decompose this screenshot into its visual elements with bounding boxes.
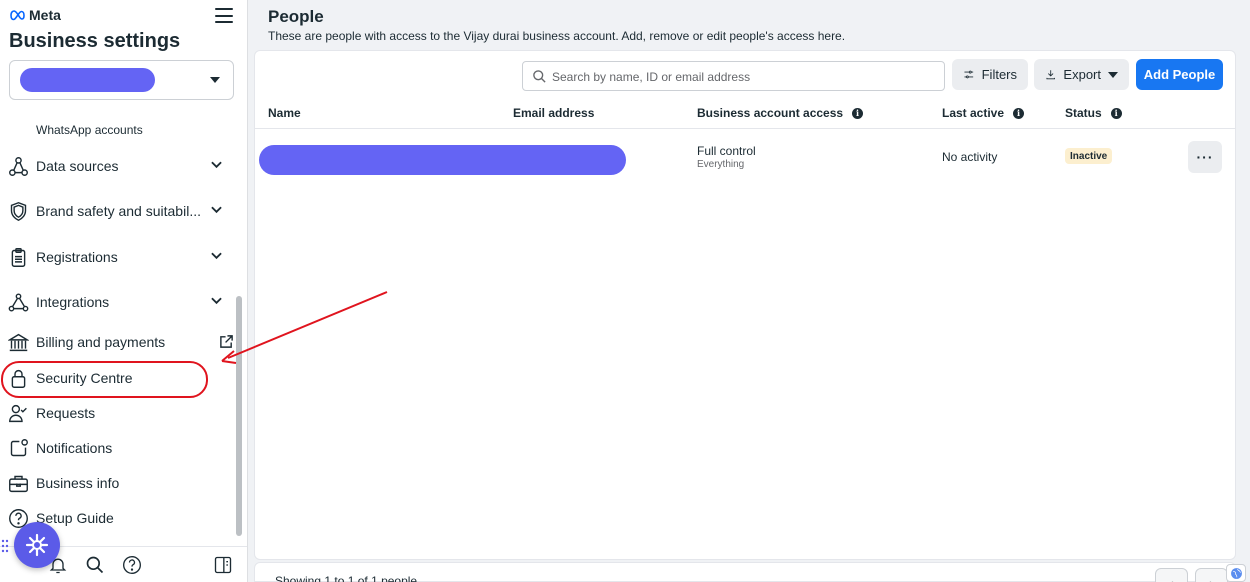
column-header-status[interactable]: Status i (1065, 106, 1122, 120)
sidebar-item-label: Billing and payments (36, 334, 166, 350)
sidebar-item-label: Integrations (36, 294, 110, 310)
sidebar-item-requests[interactable]: Requests (0, 396, 236, 430)
sidebar-item-label: Setup Guide (36, 510, 114, 526)
sidebar-item-label: Data sources (36, 158, 119, 174)
sidebar: Meta Business settings WhatsApp accounts… (0, 0, 248, 582)
sidebar-item-data-sources[interactable]: Data sources (0, 149, 236, 183)
sparkle-icon (25, 533, 49, 557)
search-icon[interactable] (85, 555, 105, 575)
briefcase-icon (8, 473, 29, 494)
clipboard-icon (8, 247, 29, 268)
chevron-down-icon (211, 297, 222, 305)
next-page-button[interactable]: › (1195, 568, 1228, 582)
integrations-icon (8, 292, 29, 313)
export-button[interactable]: Export (1034, 59, 1129, 90)
sidebar-item-label: Security Centre (36, 370, 133, 386)
person-check-icon (8, 403, 29, 424)
sliders-icon (964, 70, 974, 79)
column-header-email[interactable]: Email address (513, 106, 594, 120)
search-icon (533, 70, 546, 83)
sidebar-title: Business settings (9, 30, 181, 52)
search-input-wrapper[interactable] (522, 61, 945, 91)
more-options-button[interactable]: ··· (1188, 141, 1222, 173)
info-icon[interactable]: i (1110, 107, 1122, 119)
table-footer: Showing 1 to 1 of 1 people ‹ › (254, 562, 1236, 582)
add-people-button[interactable]: Add People (1136, 59, 1223, 90)
pagination-summary: Showing 1 to 1 of 1 people (275, 574, 418, 582)
access-detail: Everything (697, 159, 745, 170)
last-active-value: No activity (942, 150, 998, 164)
column-header-last-active[interactable]: Last active i (942, 106, 1025, 120)
shield-icon (8, 201, 29, 222)
filters-button[interactable]: Filters (952, 59, 1028, 90)
export-label: Export (1063, 67, 1101, 82)
sidebar-item-label: Business info (36, 475, 120, 491)
chevron-down-icon (211, 252, 222, 260)
sidebar-item-billing[interactable]: Billing and payments (0, 325, 236, 359)
column-header-access[interactable]: Business account access i (697, 106, 864, 120)
chevron-down-icon (211, 206, 222, 214)
sidebar-item-label: Registrations (36, 249, 118, 265)
lock-icon (8, 368, 29, 389)
notification-icon (8, 438, 29, 459)
sidebar-item-security-centre[interactable]: Security Centre (0, 361, 236, 395)
redacted-person-name (259, 145, 626, 175)
page-title: People (268, 7, 324, 26)
data-sources-icon (8, 156, 29, 177)
sidebar-item-label: Notifications (36, 440, 113, 456)
sidebar-item-label: Requests (36, 405, 96, 421)
meta-logo[interactable]: Meta (9, 6, 61, 24)
sidebar-item-integrations[interactable]: Integrations (0, 285, 236, 319)
bank-icon (8, 332, 29, 353)
column-header-name[interactable]: Name (268, 106, 301, 120)
external-link-icon (220, 335, 233, 348)
table-row[interactable]: Full control Everything No activity Inac… (255, 130, 1235, 186)
caret-down-icon (1108, 71, 1118, 78)
caret-down-icon (210, 77, 220, 83)
meta-infinity-icon (10, 10, 25, 21)
panel-toggle-icon[interactable] (213, 555, 233, 575)
sidebar-item-brand-safety[interactable]: Brand safety and suitabil... (0, 194, 236, 228)
chevron-down-icon (211, 161, 222, 169)
filters-label: Filters (981, 67, 1017, 82)
redacted-account-name (20, 68, 155, 92)
help-icon[interactable] (122, 555, 142, 575)
search-input[interactable] (552, 67, 932, 86)
business-account-selector[interactable] (9, 60, 234, 100)
table-header: Name Email address Business account acce… (255, 99, 1235, 129)
prev-page-button[interactable]: ‹ (1155, 568, 1188, 582)
menu-icon[interactable] (215, 8, 233, 23)
globe-icon[interactable] (1226, 564, 1246, 582)
download-icon (1046, 70, 1055, 80)
column-label: Last active (942, 106, 1005, 120)
drag-handle-icon[interactable] (1, 539, 9, 553)
status-badge: Inactive (1065, 148, 1113, 164)
sidebar-item-business-info[interactable]: Business info (0, 466, 236, 500)
access-level: Full control (697, 144, 756, 158)
info-icon[interactable]: i (1013, 107, 1025, 119)
assistant-floating-button[interactable] (14, 522, 60, 568)
sidebar-item-registrations[interactable]: Registrations (0, 240, 236, 274)
info-icon[interactable]: i (852, 107, 864, 119)
sidebar-item-label: Brand safety and suitabil... (36, 203, 201, 219)
column-label: Status (1065, 106, 1102, 120)
people-table-card: Filters Export Add People Name Email add… (254, 50, 1236, 560)
brand-name: Meta (29, 7, 61, 23)
sidebar-item-whatsapp-accounts[interactable]: WhatsApp accounts (36, 123, 143, 137)
column-label: Business account access (697, 106, 844, 120)
sidebar-item-notifications[interactable]: Notifications (0, 431, 236, 465)
page-description: These are people with access to the Vija… (268, 29, 846, 43)
column-label: Email address (513, 106, 595, 120)
sidebar-scrollbar[interactable] (236, 296, 242, 536)
column-label: Name (268, 106, 301, 120)
